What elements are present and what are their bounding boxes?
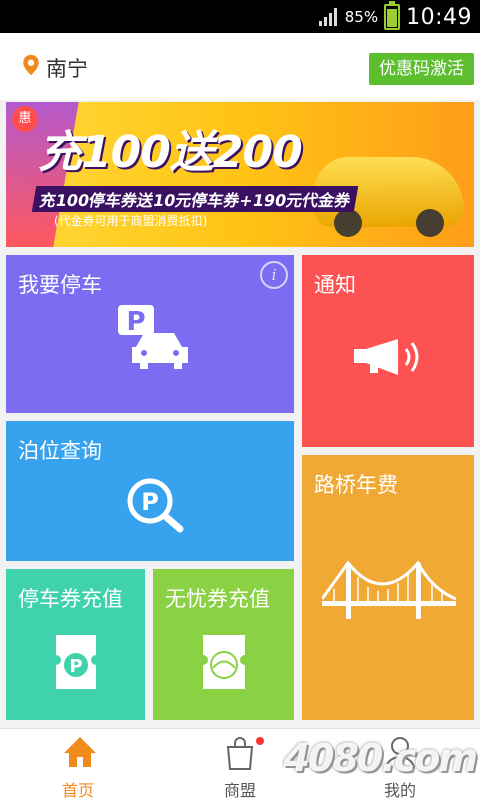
banner-headline: 充100送200	[38, 127, 303, 178]
tile-worry-label: 无忧券充值	[165, 587, 270, 611]
svg-text:P: P	[126, 307, 145, 337]
discount-badge: 惠	[12, 106, 38, 132]
location-pin-icon[interactable]	[20, 54, 42, 76]
battery-icon	[384, 1, 401, 30]
promo-banner[interactable]: 惠 充100送200 充100停车券送10元停车券+190元代金券 (代金券可用…	[6, 102, 474, 247]
home-icon	[64, 737, 96, 767]
clock: 10:49	[406, 4, 472, 30]
tile-notice-label: 通知	[314, 273, 356, 297]
tile-coupon-recharge[interactable]: 停车券充值 P	[6, 569, 145, 720]
bridge-icon	[322, 560, 456, 619]
parking-search-icon: P	[127, 478, 184, 533]
signal-icon	[318, 8, 339, 26]
tile-worry-free-recharge[interactable]: 无忧券充值	[153, 569, 294, 720]
info-icon[interactable]: i	[260, 261, 288, 289]
battery-percent: 85%	[344, 8, 379, 26]
tile-park-label: 我要停车	[18, 273, 102, 297]
love-ticket-icon	[203, 635, 245, 689]
status-bar: 85% 10:49	[0, 0, 480, 33]
tile-query-label: 泊位查询	[18, 439, 102, 463]
parking-car-icon: P	[118, 305, 188, 369]
banner-note: (代金券可用于商盟消费抵扣)	[54, 214, 208, 228]
parking-ticket-icon: P	[56, 635, 96, 689]
megaphone-icon	[354, 339, 419, 375]
notification-dot	[256, 737, 264, 745]
banner-subline: 充100停车券送10元停车券+190元代金券	[31, 186, 359, 212]
promo-code-button[interactable]: 优惠码激活	[369, 53, 474, 85]
nav-shop-label: 商盟	[223, 781, 256, 800]
city-selector[interactable]: 南宁	[46, 53, 88, 83]
nav-home-label: 首页	[61, 781, 94, 800]
svg-text:P: P	[141, 488, 159, 516]
tile-bridge-label: 路桥年费	[314, 473, 398, 497]
tile-notice[interactable]: 通知	[302, 255, 474, 447]
status-right: 85% 10:49	[318, 1, 472, 32]
tile-bridge[interactable]: 路桥年费	[302, 455, 474, 720]
tile-coupon-label: 停车券充值	[18, 587, 123, 611]
svg-text:P: P	[69, 656, 82, 677]
tile-park[interactable]: 我要停车 i P	[6, 255, 294, 413]
shopping-bag-icon	[226, 737, 254, 770]
nav-mine-label: 我的	[383, 781, 416, 800]
site-watermark: 4080.com	[283, 736, 478, 780]
tile-query[interactable]: 泊位查询 P	[6, 421, 294, 561]
app-header: 南宁 优惠码激活	[0, 33, 480, 100]
nav-home[interactable]: 首页	[28, 729, 128, 801]
nav-shop[interactable]: 商盟	[190, 729, 290, 801]
